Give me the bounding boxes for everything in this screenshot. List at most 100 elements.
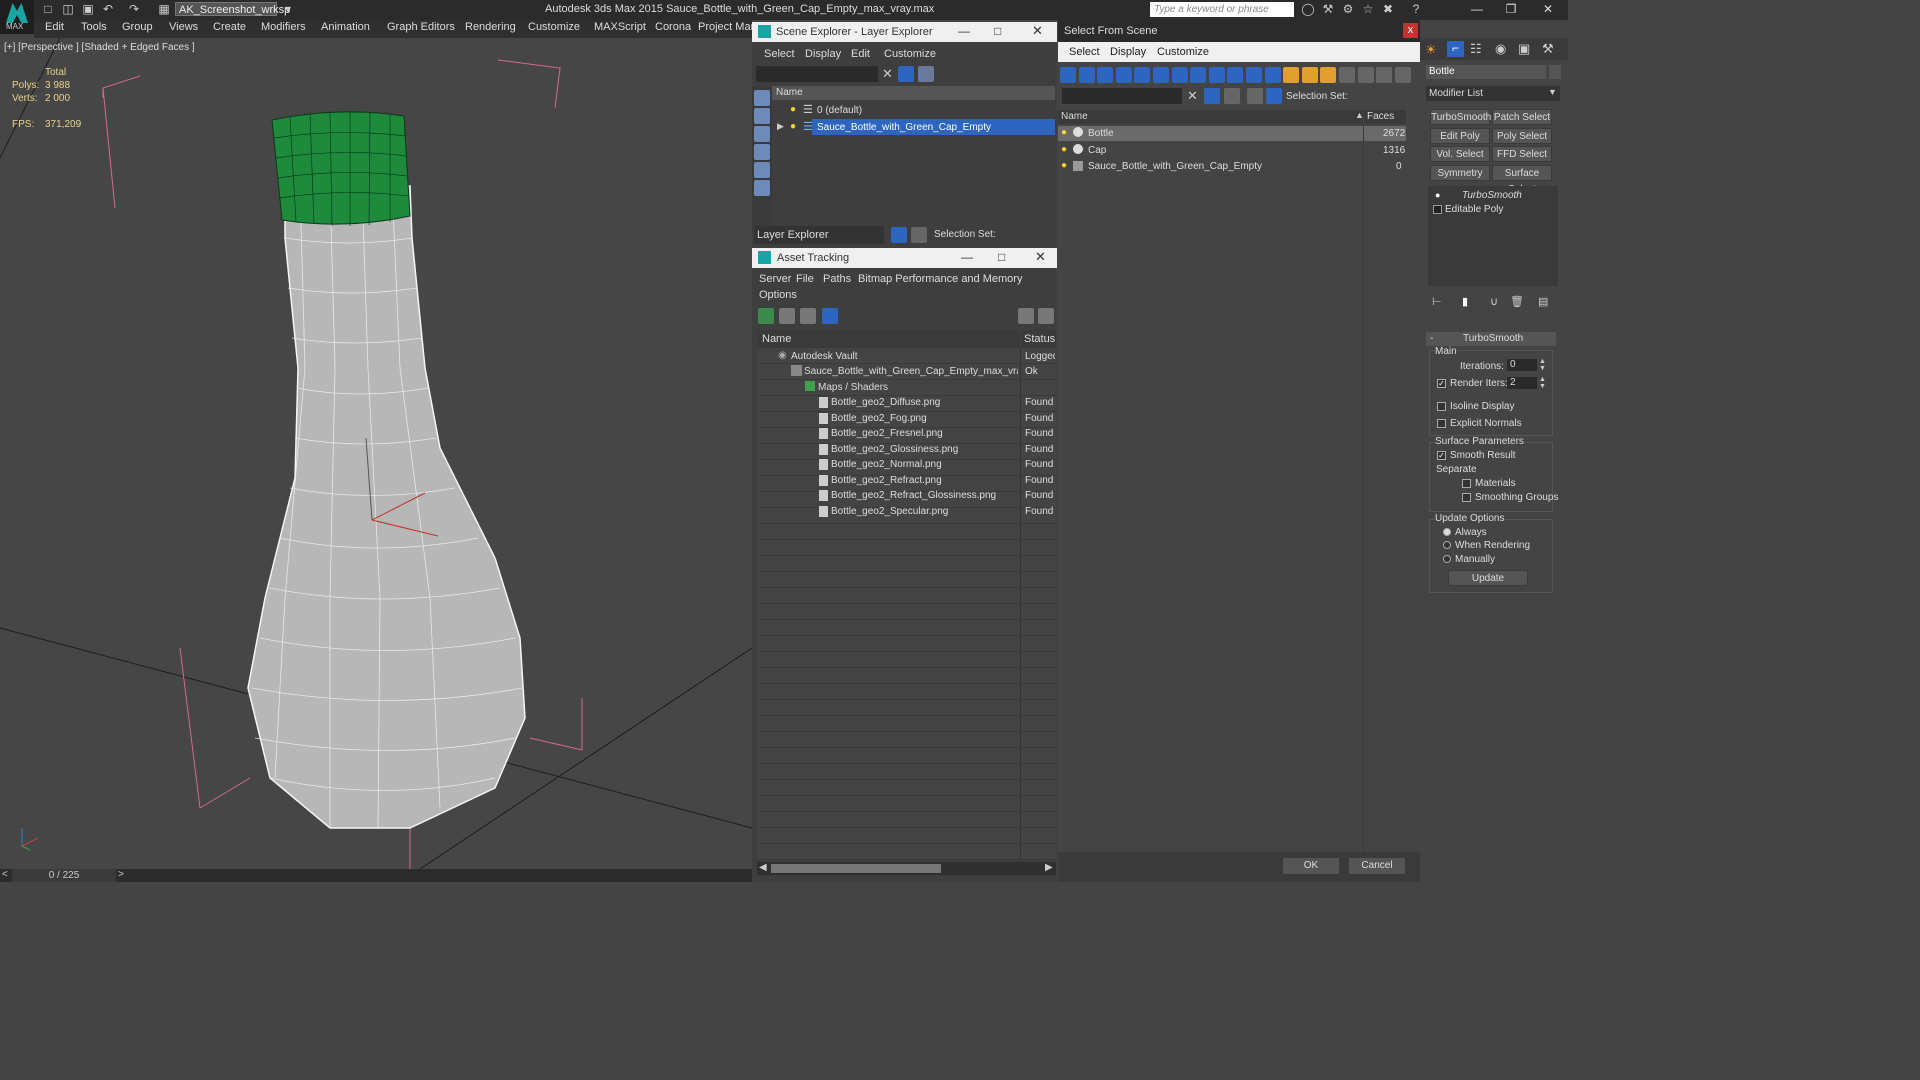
asset-status-column[interactable]: Status bbox=[1021, 330, 1056, 348]
filter-icon[interactable] bbox=[1204, 88, 1220, 104]
menu-group[interactable]: Group bbox=[122, 21, 153, 33]
close-button[interactable]: x bbox=[1403, 23, 1418, 38]
scrollbar-thumb[interactable] bbox=[771, 864, 941, 873]
asset-row-name[interactable]: Bottle_geo2_Normal.png bbox=[831, 459, 942, 470]
menu-corona[interactable]: Corona bbox=[655, 21, 691, 33]
hidden-filter-icon[interactable] bbox=[1320, 67, 1337, 83]
redo-icon[interactable]: ↷ bbox=[126, 2, 142, 16]
minimize-icon[interactable]: — bbox=[958, 24, 970, 38]
columns-icon[interactable] bbox=[1376, 67, 1393, 83]
iterations-spinner[interactable]: 0 bbox=[1507, 359, 1537, 371]
render-iters-checkbox[interactable]: ✓ bbox=[1437, 379, 1446, 388]
lightbulb-icon[interactable]: ● bbox=[790, 104, 796, 115]
sfs-name-column[interactable]: Name bbox=[1058, 110, 1363, 124]
layer-icon[interactable] bbox=[918, 66, 934, 82]
menu-rendering[interactable]: Rendering bbox=[465, 21, 516, 33]
lightbulb-icon[interactable]: ● bbox=[1435, 190, 1440, 200]
layers-icon[interactable] bbox=[1247, 88, 1263, 104]
asset-row-name[interactable]: Bottle_geo2_Fog.png bbox=[831, 413, 927, 424]
list-icon[interactable] bbox=[1339, 67, 1355, 83]
isoline-display-checkbox[interactable] bbox=[1437, 402, 1446, 411]
menu-views[interactable]: Views bbox=[169, 21, 198, 33]
display-geometry-icon[interactable] bbox=[754, 108, 770, 124]
object-color-swatch[interactable] bbox=[1549, 65, 1561, 79]
app-logo-button[interactable]: MAX bbox=[0, 0, 34, 34]
refresh-icon[interactable] bbox=[758, 308, 774, 324]
manually-radio[interactable] bbox=[1443, 555, 1451, 563]
help-icon[interactable]: ? bbox=[1408, 2, 1424, 16]
open-file-icon[interactable]: ◫ bbox=[60, 2, 76, 16]
asset-menu-paths[interactable]: Paths bbox=[823, 273, 851, 285]
list-view-icon[interactable] bbox=[779, 308, 795, 324]
hierarchy-icon[interactable] bbox=[1266, 88, 1282, 104]
binoculars-icon[interactable]: ◯ bbox=[1300, 2, 1316, 16]
cancel-button[interactable]: Cancel bbox=[1348, 857, 1406, 875]
clear-icon[interactable]: ✕ bbox=[1187, 88, 1198, 104]
sort-icon[interactable] bbox=[1357, 67, 1374, 83]
menu-animation[interactable]: Animation bbox=[321, 21, 370, 33]
spacewarps-filter-icon[interactable] bbox=[1208, 67, 1225, 83]
asset-name-column[interactable]: Name bbox=[757, 330, 1020, 348]
asset-menu-options[interactable]: Options bbox=[759, 289, 797, 301]
project-folder-icon[interactable]: ▦ bbox=[156, 2, 172, 16]
filter-icon[interactable] bbox=[898, 66, 914, 82]
edit-poly-button[interactable]: Edit Poly bbox=[1430, 128, 1490, 144]
layers-toggle-icon[interactable] bbox=[891, 227, 907, 243]
scene-name-column[interactable]: Name bbox=[772, 86, 1055, 100]
display-objects-icon[interactable] bbox=[754, 90, 770, 106]
helpers-filter-icon[interactable] bbox=[1190, 67, 1207, 83]
maximize-icon[interactable]: □ bbox=[994, 24, 1001, 38]
stack-item-turbosmooth[interactable]: TurboSmooth bbox=[1462, 190, 1522, 201]
menu-maxscript[interactable]: MAXScript bbox=[594, 21, 646, 33]
geometry-filter-icon[interactable] bbox=[1115, 67, 1132, 83]
menu-modifiers[interactable]: Modifiers bbox=[261, 21, 306, 33]
restore-icon[interactable]: ❐ bbox=[1500, 2, 1522, 17]
symmetry-button[interactable]: Symmetry bbox=[1430, 165, 1490, 181]
subscription-icon[interactable]: ⚙ bbox=[1340, 2, 1356, 16]
hierarchy-tab-icon[interactable]: ☷ bbox=[1470, 41, 1482, 57]
lights-filter-icon[interactable] bbox=[1153, 67, 1169, 83]
create-tab-icon[interactable]: ☀ bbox=[1425, 42, 1437, 58]
hierarchy-icon[interactable] bbox=[911, 227, 927, 243]
lightbulb-icon[interactable]: ● bbox=[1061, 144, 1067, 155]
lightbulb-icon[interactable]: ● bbox=[790, 121, 796, 132]
scene-menu-select[interactable]: Select bbox=[764, 48, 795, 60]
minimize-icon[interactable]: — bbox=[1466, 2, 1488, 17]
show-end-result-icon[interactable]: ▮ bbox=[1462, 295, 1468, 308]
poly-select-button[interactable]: Poly Select bbox=[1492, 128, 1552, 144]
stack-expand-icon[interactable] bbox=[1433, 205, 1442, 214]
sfs-menu-display[interactable]: Display bbox=[1110, 46, 1146, 58]
shapes-filter-icon[interactable] bbox=[1134, 67, 1151, 83]
sfs-row-name[interactable]: Sauce_Bottle_with_Green_Cap_Empty bbox=[1088, 161, 1262, 172]
scene-search-input[interactable] bbox=[756, 66, 878, 82]
containers-filter-icon[interactable] bbox=[1283, 67, 1300, 83]
scroll-right-icon[interactable]: ▶ bbox=[1045, 862, 1053, 873]
surface-select-button[interactable]: Surface Select bbox=[1492, 165, 1552, 195]
layer-icon[interactable] bbox=[1224, 88, 1240, 104]
patch-select-button[interactable]: Patch Select bbox=[1492, 109, 1552, 125]
close-icon[interactable]: ✕ bbox=[1537, 2, 1559, 17]
asset-menu-bitmap-performance[interactable]: Bitmap Performance and Memory bbox=[858, 273, 1022, 285]
sfs-row-name[interactable]: Cap bbox=[1088, 145, 1106, 156]
perspective-viewport[interactable] bbox=[0, 38, 752, 869]
chevron-down-icon[interactable]: ▾ bbox=[280, 2, 296, 16]
ok-button[interactable]: OK bbox=[1282, 857, 1340, 875]
spinner-arrows-icon[interactable]: ▲ ▼ bbox=[1539, 376, 1546, 390]
workspace-dropdown[interactable]: AK_Screenshot_wrksp bbox=[175, 2, 290, 16]
menu-project-manager[interactable]: Project Man bbox=[698, 21, 752, 33]
asset-row-name[interactable]: Bottle_geo2_Fresnel.png bbox=[831, 428, 943, 439]
turbosmooth-button[interactable]: TurboSmooth bbox=[1430, 109, 1491, 125]
lightbulb-icon[interactable]: ● bbox=[1061, 160, 1067, 171]
tree-view-icon[interactable] bbox=[800, 308, 816, 324]
help-icon[interactable] bbox=[1018, 308, 1034, 324]
asset-row-name[interactable]: Bottle_geo2_Specular.png bbox=[831, 506, 948, 517]
menu-graph-editors[interactable]: Graph Editors bbox=[387, 21, 455, 33]
asset-row-name[interactable]: Bottle_geo2_Diffuse.png bbox=[831, 397, 940, 408]
lightbulb-icon[interactable]: ● bbox=[1061, 127, 1067, 138]
bones-filter-icon[interactable] bbox=[1264, 67, 1281, 83]
modify-tab-icon[interactable]: ⌐ bbox=[1447, 41, 1464, 57]
explicit-normals-checkbox[interactable] bbox=[1437, 419, 1446, 428]
settings-icon[interactable] bbox=[1038, 308, 1054, 324]
frame-counter[interactable]: 0 / 225 bbox=[12, 869, 116, 882]
display-helpers-icon[interactable] bbox=[754, 180, 770, 196]
